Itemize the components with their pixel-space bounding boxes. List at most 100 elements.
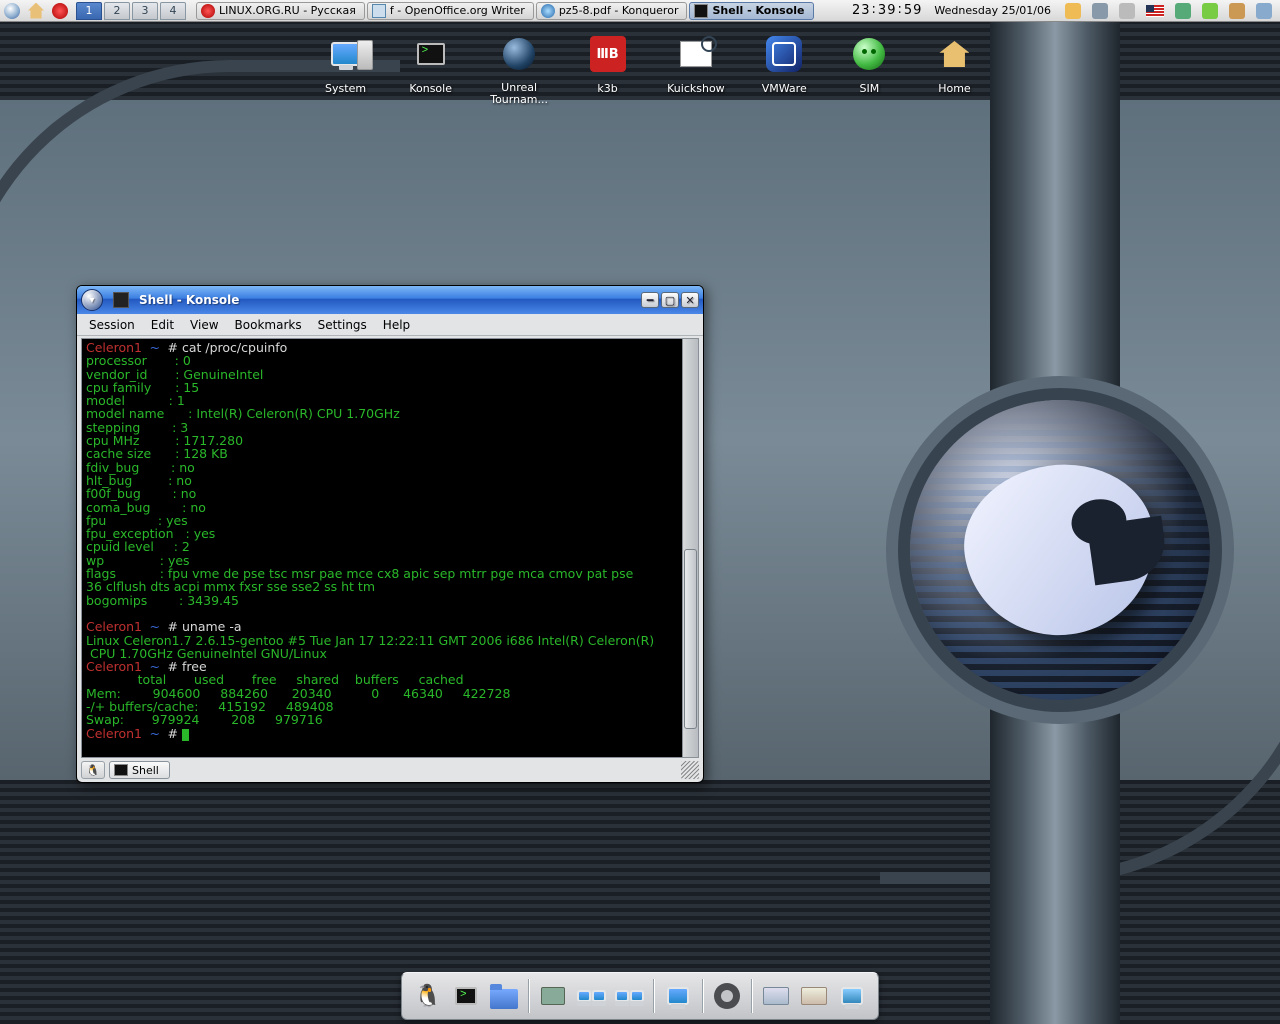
desktop-icon-home[interactable]: Home	[929, 30, 980, 106]
keyboard-icon[interactable]	[1115, 1, 1139, 21]
desktop-icon-unreal[interactable]: Unreal Tournam...	[490, 30, 548, 106]
clock-hours: 23	[852, 3, 871, 18]
task-label: f - OpenOffice.org Writer	[390, 4, 525, 17]
menu-edit[interactable]: Edit	[143, 316, 182, 334]
gentoo-logo	[910, 400, 1210, 700]
desktop-pager-3[interactable]: 3	[132, 2, 158, 20]
dock-konsole-icon[interactable]	[450, 980, 482, 1012]
kmenu-button[interactable]	[0, 1, 24, 21]
terminal-scrollbar[interactable]	[682, 339, 698, 757]
desktop-icons: System Konsole Unreal Tournam... ⅢBk3b Kuick…	[320, 30, 980, 106]
vmware-icon	[760, 30, 808, 78]
klipper-icon[interactable]	[1061, 1, 1085, 21]
kuickshow-icon	[672, 30, 720, 78]
desktop-icon-kuickshow[interactable]: Kuickshow	[667, 30, 725, 106]
flag-us-icon[interactable]	[1142, 1, 1168, 21]
dock-desktop-icon[interactable]	[836, 980, 868, 1012]
opera-launcher[interactable]	[48, 1, 72, 21]
desktop-icon-sim[interactable]: SIM	[844, 30, 895, 106]
desktop-pager-2[interactable]: 2	[104, 2, 130, 20]
task-f-openoffice-org-writer[interactable]: f - OpenOffice.org Writer	[367, 2, 534, 20]
task-list: LINUX.ORG.RU - Русская f - OpenOffice.org…	[196, 2, 814, 20]
resize-grip[interactable]	[681, 761, 699, 779]
new-tab-button[interactable]: 🐧	[81, 761, 105, 779]
desktop-icon-label: Kuickshow	[667, 82, 725, 95]
minimize-button[interactable]: ━	[641, 292, 659, 308]
kwallet-icon[interactable]	[1225, 1, 1249, 21]
network-icon	[1256, 3, 1272, 19]
konsole-window[interactable]: ▾ Shell - Konsole ━ ▢ ✕ SessionEditViewB…	[76, 285, 704, 783]
terminal-output[interactable]: Celeron1 ~ # cat /proc/cpuinfo processor…	[82, 339, 682, 757]
menu-bookmarks[interactable]: Bookmarks	[227, 316, 310, 334]
close-button[interactable]: ✕	[681, 292, 699, 308]
menu-settings[interactable]: Settings	[310, 316, 375, 334]
cpu-monitor-icon[interactable]	[1171, 1, 1195, 21]
dock-panel2-icon[interactable]	[798, 980, 830, 1012]
desktop-icon-label: System	[320, 82, 371, 95]
konqueror-icon	[541, 4, 555, 18]
desktop-icon-label: Unreal Tournam...	[490, 82, 548, 106]
konsole-icon	[113, 292, 129, 308]
writer-icon	[372, 4, 386, 18]
menu-session[interactable]: Session	[81, 316, 143, 334]
desktop-pager-1[interactable]: 1	[76, 2, 102, 20]
clock-secs: 59	[904, 3, 923, 18]
window-title: Shell - Konsole	[135, 293, 243, 307]
desktop-icon-vmware[interactable]: VMWare	[759, 30, 810, 106]
bottom-dock: 🐧	[401, 972, 879, 1020]
volume-icon	[1092, 3, 1108, 19]
task-shell-konsole[interactable]: Shell - Konsole	[689, 2, 813, 20]
dock-display-pair2-icon[interactable]	[613, 980, 645, 1012]
konsole-tab-label: Shell	[132, 764, 159, 777]
dock-panel1-icon[interactable]	[760, 980, 792, 1012]
task-linux-org-ru-[interactable]: LINUX.ORG.RU - Русская	[196, 2, 365, 20]
volume-icon[interactable]	[1088, 1, 1112, 21]
opera-icon	[201, 4, 215, 18]
date[interactable]: Wednesday 25/01/06	[928, 4, 1057, 17]
flower-icon	[1202, 3, 1218, 19]
opera-icon	[52, 3, 68, 19]
top-panel: 1234 LINUX.ORG.RU - Русскаяf - OpenOffic…	[0, 0, 1280, 22]
keyboard-icon	[1119, 3, 1135, 19]
dock-separator	[653, 979, 654, 1013]
window-menu-button[interactable]: ▾	[81, 289, 103, 311]
flower-icon[interactable]	[1198, 1, 1222, 21]
task-pz5-8-pdf-konqueror[interactable]: pz5-8.pdf - Konqueror	[536, 2, 688, 20]
dock-separator	[751, 979, 752, 1013]
desktop-icon-konsole[interactable]: Konsole	[405, 30, 456, 106]
maximize-button[interactable]: ▢	[661, 292, 679, 308]
dock-gear-icon[interactable]	[711, 980, 743, 1012]
task-label: LINUX.ORG.RU - Русская	[219, 4, 356, 17]
network-icon[interactable]	[1252, 1, 1276, 21]
dock-penguin-icon[interactable]: 🐧	[412, 980, 444, 1012]
desktop-icon-label: k3b	[582, 82, 633, 95]
desktop-pager: 1234	[76, 2, 188, 20]
scrollbar-thumb[interactable]	[684, 549, 697, 729]
flag-us-icon	[1146, 5, 1164, 17]
dock-folder-icon[interactable]	[488, 980, 520, 1012]
home-icon	[28, 3, 44, 19]
desktop-pager-4[interactable]: 4	[160, 2, 186, 20]
system-tray	[1057, 1, 1280, 21]
klipper-icon	[1065, 3, 1081, 19]
menu-help[interactable]: Help	[375, 316, 418, 334]
dock-hardware-icon[interactable]	[537, 980, 569, 1012]
menu-view[interactable]: View	[182, 316, 226, 334]
ut-icon	[495, 30, 543, 78]
konsole-icon	[114, 764, 128, 776]
clock[interactable]: 23:39:59	[846, 3, 928, 18]
desktop-icon-label: SIM	[844, 82, 895, 95]
clock-mins: 39	[878, 3, 897, 18]
dock-monitor-blue-icon[interactable]	[662, 980, 694, 1012]
desktop-icon-system[interactable]: System	[320, 30, 371, 106]
konsole-icon	[407, 30, 455, 78]
cpu-monitor-icon	[1175, 3, 1191, 19]
konsole-tab-shell[interactable]: Shell	[109, 761, 170, 779]
task-label: Shell - Konsole	[712, 4, 804, 17]
home-launcher[interactable]	[24, 1, 48, 21]
system-icon	[322, 30, 370, 78]
konsole-tabbar: 🐧 Shell	[81, 760, 699, 780]
desktop-icon-k3b[interactable]: ⅢBk3b	[582, 30, 633, 106]
window-titlebar[interactable]: ▾ Shell - Konsole ━ ▢ ✕	[77, 286, 703, 314]
dock-display-pair-icon[interactable]	[575, 980, 607, 1012]
